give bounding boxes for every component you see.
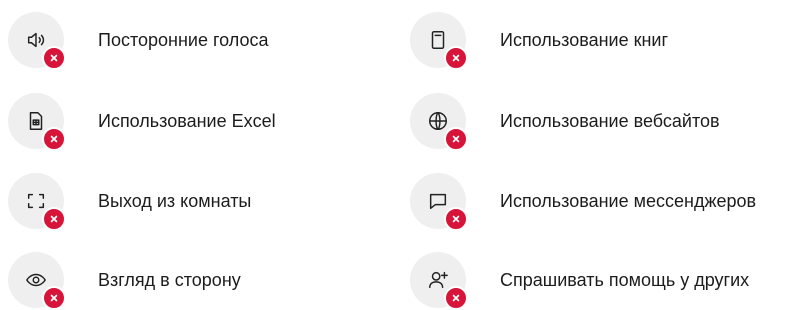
forbidden-badge-icon — [444, 207, 468, 231]
rule-icon-wrap — [410, 252, 468, 310]
rule-label: Взгляд в сторону — [98, 269, 241, 290]
forbidden-badge-icon — [444, 46, 468, 70]
rule-icon-wrap — [8, 252, 66, 310]
rule-item-outside-voices: Посторонние голоса — [8, 10, 268, 70]
rule-icon-wrap — [8, 173, 66, 231]
rule-label: Использование мессенджеров — [500, 190, 757, 211]
rule-item-excel: Использование Excel — [8, 91, 276, 151]
rule-item-messengers: Использование мессенджеров — [410, 171, 756, 231]
forbidden-badge-icon — [42, 207, 66, 231]
rule-icon-wrap — [410, 93, 468, 151]
forbidden-badge-icon — [444, 286, 468, 310]
rule-icon-wrap — [410, 12, 468, 70]
rule-item-leaving-room: Выход из комнаты — [8, 171, 251, 231]
rule-label: Использование вебсайтов — [500, 110, 720, 131]
rule-item-books: Использование книг — [410, 10, 668, 70]
forbidden-badge-icon — [42, 46, 66, 70]
rule-icon-wrap — [410, 173, 468, 231]
rule-label: Использование книг — [500, 29, 669, 50]
rule-label: Спрашивать помощь у других — [500, 269, 750, 290]
rule-item-websites: Использование вебсайтов — [410, 91, 720, 151]
proctoring-rules-list: Посторонние голоса Использование книг Ис… — [0, 0, 787, 310]
rule-icon-wrap — [8, 93, 66, 151]
rule-label: Выход из комнаты — [98, 190, 252, 211]
rule-icon-wrap — [8, 12, 66, 70]
rule-item-looking-away: Взгляд в сторону — [8, 250, 241, 310]
rule-label: Посторонние голоса — [98, 29, 269, 50]
forbidden-badge-icon — [444, 127, 468, 151]
rule-item-asking-help: Спрашивать помощь у других — [410, 250, 749, 310]
rule-label: Использование Excel — [98, 110, 276, 131]
forbidden-badge-icon — [42, 127, 66, 151]
forbidden-badge-icon — [42, 286, 66, 310]
